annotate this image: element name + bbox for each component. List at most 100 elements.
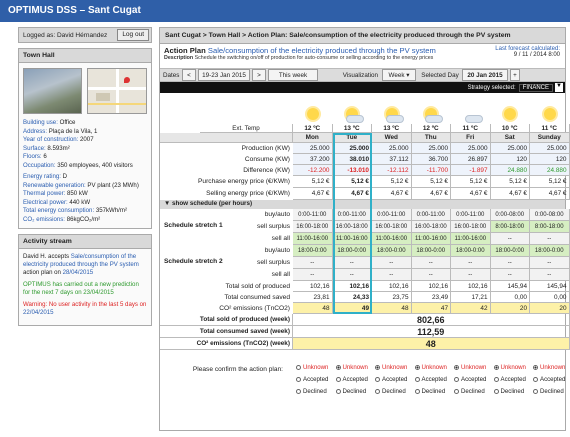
schedule-cell[interactable]: -- (451, 257, 491, 269)
radio-accepted[interactable] (414, 376, 420, 382)
radio-accepted[interactable] (296, 376, 301, 382)
schedule-cell[interactable]: -- (530, 257, 570, 269)
radio-declined[interactable] (335, 388, 341, 394)
schedule-cell[interactable]: -- (372, 269, 412, 281)
radio-declined[interactable] (414, 388, 420, 394)
schedule-cell[interactable]: 0:00-08:00 (490, 209, 530, 221)
radio-accepted[interactable] (533, 376, 538, 382)
schedule-cell[interactable]: 16:00-18:00 (411, 221, 451, 233)
confirm-option[interactable]: Accepted (454, 376, 486, 383)
schedule-cell[interactable]: -- (530, 233, 570, 245)
radio-accepted[interactable] (493, 376, 499, 382)
schedule-cell[interactable]: 0:00-11:00 (372, 209, 412, 221)
schedule-cell[interactable]: 18:00-0:00 (293, 245, 333, 257)
chevron-down-icon[interactable]: ▼ (555, 83, 563, 92)
prev-week-button[interactable]: < (182, 69, 196, 81)
confirm-option[interactable]: Accepted (493, 376, 526, 383)
radio-unknown[interactable] (335, 364, 341, 370)
schedule-cell[interactable]: -- (332, 257, 372, 269)
schedule-cell[interactable]: 11:00-16:00 (372, 233, 412, 245)
schedule-cell[interactable]: 11:00-16:00 (293, 233, 333, 245)
confirm-option[interactable]: Unknown (493, 364, 526, 371)
schedule-cell[interactable]: -- (490, 233, 530, 245)
schedule-cell[interactable]: 0:00-11:00 (411, 209, 451, 221)
confirm-option[interactable]: Unknown (454, 364, 486, 371)
radio-accepted[interactable] (454, 376, 459, 382)
schedule-cell[interactable]: 18:00-0:00 (530, 245, 570, 257)
schedule-cell[interactable]: -- (490, 257, 530, 269)
radio-unknown[interactable] (533, 364, 538, 370)
confirm-option[interactable]: Unknown (375, 364, 407, 371)
radio-declined[interactable] (454, 388, 459, 394)
confirm-option[interactable]: Unknown (296, 364, 328, 371)
schedule-cell[interactable]: -- (490, 269, 530, 281)
confirm-option[interactable]: Accepted (414, 376, 447, 383)
schedule-cell[interactable]: 16:00-18:00 (451, 221, 491, 233)
schedule-cell[interactable]: 8:00-18:00 (490, 221, 530, 233)
strategy-select[interactable]: FINANCE (518, 83, 553, 92)
schedule-cell[interactable]: -- (530, 269, 570, 281)
date-range[interactable]: 19-23 Jan 2015 (198, 69, 250, 81)
confirm-option[interactable]: Unknown (533, 364, 565, 371)
radio-unknown[interactable] (414, 364, 420, 370)
schedule-cell[interactable]: -- (293, 257, 333, 269)
radio-unknown[interactable] (493, 364, 499, 370)
confirm-option[interactable]: Accepted (375, 376, 407, 383)
next-week-button[interactable]: > (252, 69, 266, 81)
visualization-select[interactable]: Week ▾ (382, 69, 416, 81)
radio-declined[interactable] (296, 388, 301, 394)
confirm-option[interactable]: Declined (375, 388, 406, 395)
radio-unknown[interactable] (375, 364, 380, 370)
radio-accepted[interactable] (375, 376, 380, 382)
schedule-cell[interactable]: -- (332, 269, 372, 281)
building-map[interactable] (86, 68, 147, 114)
confirm-option[interactable]: Declined (533, 388, 564, 395)
price-cell: 5,12 € (490, 176, 530, 188)
add-button[interactable]: + (510, 69, 520, 81)
sun-icon (504, 108, 517, 120)
schedule-cell[interactable]: 11:00-16:00 (332, 233, 372, 245)
schedule-cell[interactable]: 11:00-16:00 (451, 233, 491, 245)
schedule-cell[interactable]: 0:00-08:00 (530, 209, 570, 221)
schedule-cell[interactable]: 16:00-18:00 (372, 221, 412, 233)
schedule-cell[interactable]: -- (411, 257, 451, 269)
schedule-cell[interactable]: -- (451, 269, 491, 281)
schedule-cell[interactable]: 18:00-0:00 (490, 245, 530, 257)
schedule-cell[interactable]: -- (293, 269, 333, 281)
radio-declined[interactable] (533, 388, 538, 394)
summary-cell: 102,16 (451, 281, 491, 292)
confirm-option[interactable]: Unknown (414, 364, 447, 371)
confirm-option[interactable]: Declined (335, 388, 366, 395)
confirm-option[interactable]: Unknown (335, 364, 368, 371)
this-week-button[interactable]: This week (268, 69, 318, 81)
selected-day[interactable]: 20 Jan 2015 (462, 69, 508, 81)
confirm-option[interactable]: Accepted (296, 376, 328, 383)
radio-unknown[interactable] (296, 364, 301, 370)
confirm-option[interactable]: Declined (296, 388, 327, 395)
show-schedule-toggle[interactable]: ▼ show schedule (per hours) (160, 200, 565, 209)
schedule-cell[interactable]: 18:00-0:00 (411, 245, 451, 257)
schedule-cell[interactable]: 16:00-18:00 (332, 221, 372, 233)
confirm-option[interactable]: Accepted (335, 376, 368, 383)
schedule-cell[interactable]: 18:00-0:00 (332, 245, 372, 257)
radio-declined[interactable] (493, 388, 499, 394)
confirm-option[interactable]: Declined (493, 388, 524, 395)
schedule-cell[interactable]: -- (372, 257, 412, 269)
radio-declined[interactable] (375, 388, 380, 394)
schedule-cell[interactable]: 8:00-18:00 (530, 221, 570, 233)
radio-accepted[interactable] (335, 376, 341, 382)
radio-unknown[interactable] (454, 364, 459, 370)
schedule-cell[interactable]: 11:00-16:00 (411, 233, 451, 245)
schedule-cell[interactable]: 16:00-18:00 (293, 221, 333, 233)
schedule-cell[interactable]: -- (411, 269, 451, 281)
summary-cell: 20 (530, 303, 570, 314)
schedule-cell[interactable]: 0:00-11:00 (332, 209, 372, 221)
confirm-option[interactable]: Declined (414, 388, 445, 395)
schedule-cell[interactable]: 0:00-11:00 (293, 209, 333, 221)
schedule-cell[interactable]: 18:00-0:00 (451, 245, 491, 257)
confirm-option[interactable]: Accepted (533, 376, 565, 383)
schedule-cell[interactable]: 0:00-11:00 (451, 209, 491, 221)
confirm-option[interactable]: Declined (454, 388, 485, 395)
schedule-cell[interactable]: 18:00-0:00 (372, 245, 412, 257)
logout-button[interactable]: Log out (117, 29, 149, 41)
